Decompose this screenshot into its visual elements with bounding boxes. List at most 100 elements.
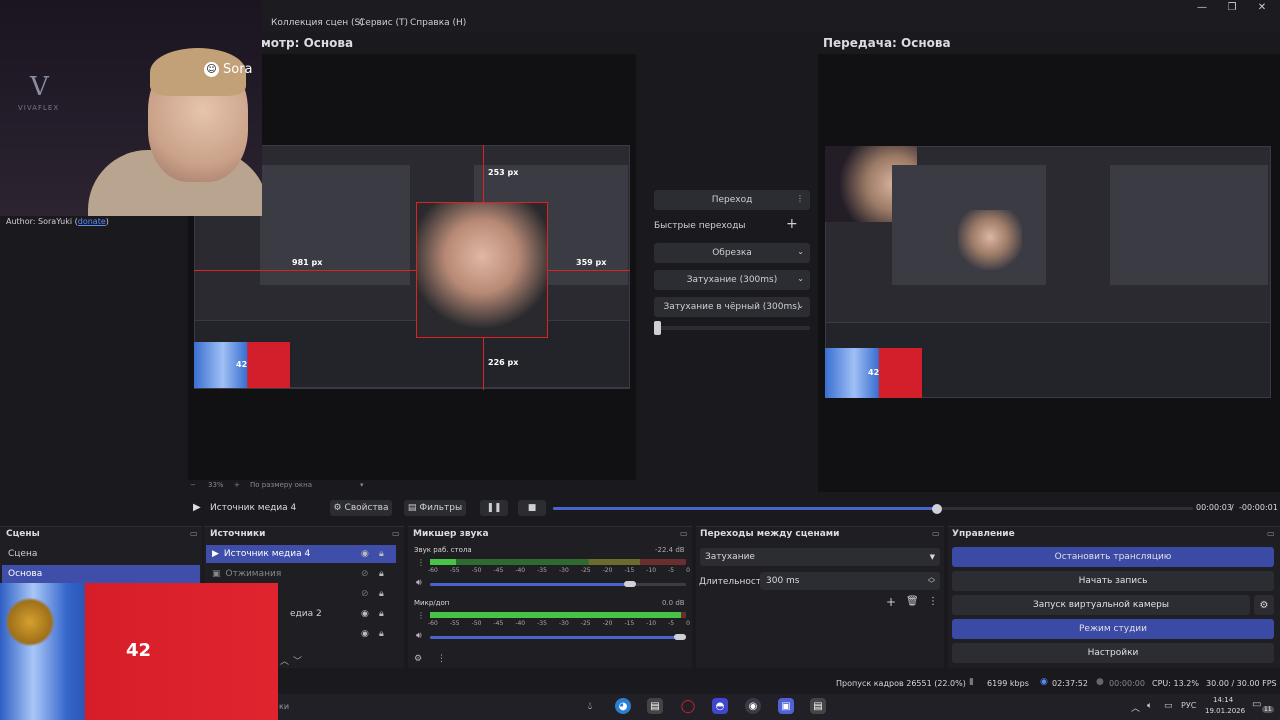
speaker-icon[interactable]: 🔊︎ — [416, 631, 422, 641]
more-vert-icon[interactable]: ⋮ — [928, 596, 938, 607]
zoom-out-icon[interactable]: − — [190, 481, 196, 489]
selected-source-face-cam[interactable] — [416, 202, 548, 338]
mixer-tick-label: -45 — [493, 620, 504, 627]
network-tray-icon[interactable]: ▭ — [1164, 701, 1173, 711]
tbar-track[interactable] — [656, 326, 810, 330]
zoom-in-icon[interactable]: + — [234, 481, 240, 489]
dock-menu-icon[interactable]: ▭ — [932, 529, 940, 538]
mixer-tick-label: -40 — [515, 620, 526, 627]
trash-icon[interactable]: 🗑︎ — [906, 596, 919, 607]
quick-transition-fade-black-label: Затухание в чёрный (300ms) — [663, 302, 801, 312]
filters-button[interactable]: ▤ Фильтры — [404, 500, 466, 516]
move-down-icon[interactable]: ﹀ — [293, 654, 302, 667]
eye-icon[interactable]: ◉ — [361, 629, 369, 639]
pause-button[interactable]: ❚❚ — [480, 500, 508, 516]
eye-hidden-icon[interactable]: ⊘ — [361, 569, 369, 579]
menu-tools[interactable]: Сервис (Т) — [359, 18, 408, 28]
browser-icon[interactable]: ◕ — [615, 698, 631, 714]
quick-transition-fade[interactable]: Затухание (300ms) ⌄ — [654, 270, 810, 290]
image-source-icon: ▣ — [212, 569, 221, 579]
notifications-icon[interactable]: ▭ — [1252, 699, 1261, 710]
tray-chevron-icon[interactable]: ︿ — [1131, 701, 1140, 714]
start-record-button[interactable]: Начать запись — [952, 571, 1274, 591]
clock-date[interactable]: 19.01.2026 — [1205, 707, 1245, 715]
more-vert-icon[interactable]: ⋮ — [417, 558, 425, 567]
lock-icon[interactable]: 🔒︎ — [379, 629, 384, 639]
app2-icon[interactable]: ▣ — [778, 698, 794, 714]
scenes-title: Сцены — [6, 529, 40, 539]
minimize-icon[interactable]: — — [1194, 2, 1210, 13]
opera-icon[interactable]: ◯ — [680, 698, 696, 714]
move-up-icon[interactable]: ︿ — [280, 654, 289, 667]
clock-time[interactable]: 14:14 — [1213, 696, 1233, 704]
virtual-cam-settings-button[interactable]: ⚙ — [1254, 595, 1274, 615]
lock-icon[interactable]: 🔒︎ — [379, 569, 384, 579]
mixer-tick-label: -5 — [668, 620, 675, 627]
drop-app-icon[interactable]: 💧︎ — [582, 698, 598, 714]
media-seek-handle[interactable] — [932, 504, 942, 514]
volume-slider-handle[interactable] — [674, 634, 686, 640]
eye-hidden-icon[interactable]: ⊘ — [361, 589, 369, 599]
duration-spinbox[interactable]: 300 ms ︿ ﹀ — [760, 572, 940, 590]
quick-transition-cut[interactable]: Обрезка ⌄ — [654, 243, 810, 263]
add-transition-icon[interactable]: + — [886, 595, 896, 609]
gear-icon: ⚙ — [1259, 599, 1269, 611]
close-icon[interactable]: ✕ — [1254, 2, 1270, 13]
quick-transition-fade-black[interactable]: Затухание в чёрный (300ms) ⌄ — [654, 297, 810, 317]
lock-icon[interactable]: 🔒︎ — [379, 549, 384, 559]
source-item-label: Источник медиа 4 — [223, 549, 311, 559]
language-indicator[interactable]: РУС — [1181, 701, 1196, 710]
mixer-tick-label: -35 — [537, 567, 547, 574]
discord-icon[interactable]: ◓ — [712, 698, 728, 714]
obs-icon[interactable]: ◉ — [745, 698, 761, 714]
mixer-channel-name: Звук раб. стола — [414, 546, 472, 554]
record-status-icon: ● — [1096, 677, 1104, 687]
dock-menu-icon[interactable]: ▭ — [392, 529, 400, 538]
webcam-overlay: V VIVAFLEX ☺ Sora — [0, 0, 262, 216]
app-icon[interactable]: ▤ — [647, 698, 663, 714]
speaker-icon[interactable]: 🔊︎ — [416, 578, 422, 588]
transition-button[interactable]: Переход ⋮ — [654, 190, 810, 210]
lock-icon[interactable]: 🔒︎ — [379, 609, 384, 619]
dock-menu-icon[interactable]: ▭ — [190, 529, 198, 538]
donate-link[interactable]: donate — [78, 217, 106, 226]
mixer-settings-icon[interactable]: ⚙ — [414, 654, 422, 664]
dock-menu-icon[interactable]: ▭ — [1267, 529, 1275, 538]
play-icon[interactable]: ▶ — [193, 502, 201, 513]
stop-stream-button[interactable]: Остановить трансляцию — [952, 547, 1274, 567]
scene-item-selected[interactable]: Основа — [2, 565, 200, 583]
more-vert-icon[interactable]: ⋮ — [437, 654, 446, 664]
settings-button[interactable]: Настройки — [952, 643, 1274, 663]
properties-button[interactable]: ⚙ Свойства — [330, 500, 392, 516]
stop-button[interactable]: ■ — [518, 500, 546, 516]
tbar-handle[interactable] — [654, 321, 661, 335]
volume-slider-handle[interactable] — [623, 581, 636, 587]
restore-icon[interactable]: ❐ — [1224, 2, 1240, 13]
more-vert-icon[interactable]: ⋮ — [417, 611, 425, 620]
dock-menu-icon[interactable]: ▭ — [680, 529, 688, 538]
spin-arrows-icon[interactable]: ︿ ﹀ — [928, 574, 935, 588]
app3-icon[interactable]: ▤ — [810, 698, 826, 714]
studio-mode-button[interactable]: Режим студии — [952, 619, 1274, 639]
add-quick-transition-icon[interactable]: + — [786, 216, 798, 232]
start-record-label: Начать запись — [1078, 576, 1148, 586]
transition-select[interactable]: Затухание ▼ — [700, 548, 940, 566]
mixer-tick-label: -60 — [428, 620, 438, 627]
mixer-tick-label: -25 — [580, 620, 591, 627]
mixer-tick-label: -25 — [580, 567, 591, 574]
virtual-cam-button[interactable]: Запуск виртуальной камеры — [952, 595, 1250, 615]
menu-scene-collection[interactable]: Коллекция сцен (S) — [271, 18, 364, 28]
zoom-fit-select[interactable]: По размеру окна — [250, 481, 312, 489]
chevron-down-icon[interactable]: ▾ — [360, 481, 364, 489]
scene-item[interactable]: Сцена — [2, 545, 200, 563]
stream-time: 02:37:52 — [1052, 679, 1088, 688]
duration-label: Длительность — [699, 577, 767, 587]
menu-help[interactable]: Справка (Н) — [410, 18, 466, 28]
volume-tray-icon[interactable]: 🔈︎ — [1147, 701, 1152, 711]
more-vert-icon[interactable]: ⋮ — [796, 194, 804, 203]
mixer-meter-level — [430, 559, 456, 565]
eye-icon[interactable]: ◉ — [361, 609, 369, 619]
lock-icon[interactable]: 🔒︎ — [379, 589, 384, 599]
mixer-tick-label: -20 — [602, 567, 613, 574]
eye-icon[interactable]: ◉ — [361, 549, 369, 559]
